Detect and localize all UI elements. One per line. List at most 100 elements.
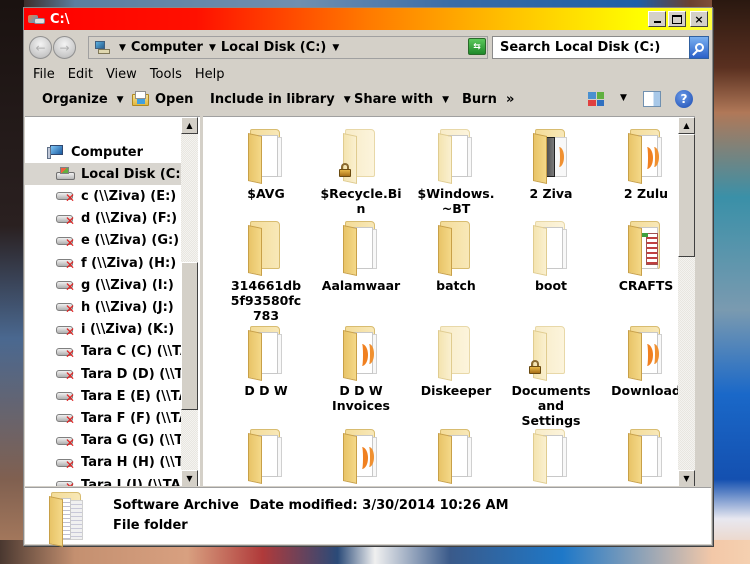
more-commands-button[interactable]: » [506,92,514,107]
folder-item[interactable]: Diskeeper [409,326,503,398]
menu-edit[interactable]: Edit [68,67,93,82]
explorer-window: C:\ × ← → ▼ Computer ▼ Local Disk (C:) ▼… [23,7,713,547]
organize-button[interactable]: Organize ▼ [42,92,124,107]
menu-view[interactable]: View [106,67,137,82]
folder-item[interactable]: batch [409,221,503,293]
tree-item-computer[interactable]: Computer [25,141,182,163]
disconnected-network-drive-icon: ✕ [56,300,76,315]
folder-icon [246,429,286,484]
disconnected-network-drive-icon: ✕ [56,367,76,382]
chevron-down-icon: ▼ [116,94,124,105]
search-button[interactable] [689,36,709,59]
preview-pane-icon [643,91,661,107]
search-input[interactable]: Search Local Disk (C:) [492,36,689,59]
scrollbar-thumb[interactable] [678,134,695,257]
tree-item-network-drive[interactable]: ✕ e (\\Ziva) (G:) [25,230,182,252]
refresh-button[interactable]: ⇆ [468,38,486,55]
help-button[interactable]: ? [675,90,693,108]
tree-item-network-drive[interactable]: ✕ Tara H (H) (\\TARA [25,452,182,474]
breadcrumb-chevron-icon[interactable]: ▼ [119,43,126,53]
scroll-up-button[interactable]: ▲ [181,117,198,134]
folder-item[interactable]: $Windows. ~BT [409,129,503,216]
lock-icon [529,360,541,374]
include-in-library-label: Include in library [210,92,335,107]
scroll-down-button[interactable]: ▼ [181,470,198,486]
local-disk-icon [56,167,76,181]
folder-item[interactable]: $AVG [219,129,313,201]
burn-button[interactable]: Burn [462,92,497,107]
tree-item-label: Tara G (G) (\\TARA [81,433,182,449]
minimize-button[interactable] [648,11,666,27]
search-icon [694,43,704,52]
tree-item-network-drive[interactable]: ✕ d (\\Ziva) (F:) [25,208,182,230]
disconnected-network-drive-icon: ✕ [56,189,76,204]
folder-item[interactable]: 314661db 5f93580fc 783 [219,221,313,323]
tree-item-network-drive[interactable]: ✕ g (\\Ziva) (I:) [25,274,182,296]
preview-pane-button[interactable] [643,91,661,107]
selected-folder-icon [47,492,87,547]
scroll-up-button[interactable]: ▲ [678,117,695,134]
menu-help[interactable]: Help [195,67,225,82]
tree-item-network-drive[interactable]: ✕ i (\\Ziva) (K:) [25,319,182,341]
tree-item-network-drive[interactable]: ✕ Tara C (C) (\\TARA [25,341,182,363]
title-bar[interactable]: C:\ × [24,8,712,30]
folder-name: Documents and Settings [511,383,591,428]
navigation-scrollbar[interactable]: ▲ ▼ [181,117,198,486]
folder-icon [339,129,381,184]
tree-item-network-drive[interactable]: ✕ f (\\Ziva) (H:) [25,252,182,274]
folder-item[interactable] [504,429,598,486]
folder-item[interactable]: D D W Invoices [314,326,408,413]
folder-item[interactable]: boot [504,221,598,293]
address-bar[interactable]: ▼ Computer ▼ Local Disk (C:) ▼ ▼ [88,36,488,59]
desktop-background-right [712,0,750,564]
breadcrumb-chevron-icon[interactable]: ▼ [209,43,216,53]
view-options-dropdown[interactable]: ▼ [620,93,627,103]
folder-item[interactable] [219,429,313,486]
tree-item-network-drive[interactable]: ✕ Tara F (F) (\\TARA [25,407,182,429]
burn-label: Burn [462,92,497,107]
folder-name: D D W Invoices [332,383,390,413]
close-button[interactable]: × [690,11,708,27]
file-list-scrollbar[interactable]: ▲ ▼ [678,117,695,486]
file-list[interactable]: $AVG $Recycle.Bi n $Windows. ~BT 2 Ziva 2 Zu… [203,116,695,486]
back-button[interactable]: ← [29,36,52,59]
details-title-row: Software Archive Date modified: 3/30/201… [113,498,509,513]
menu-file[interactable]: File [33,67,55,82]
folder-item[interactable]: Documents and Settings [504,326,598,428]
folder-item[interactable]: D D W [219,326,313,398]
include-in-library-button[interactable]: Include in library ▼ [210,92,351,107]
disconnected-network-drive-icon: ✕ [56,234,76,249]
folder-icon [626,221,666,276]
change-view-button[interactable] [588,92,604,106]
disconnected-network-drive-icon: ✕ [56,212,76,227]
tree-item-label: h (\\Ziva) (J:) [81,299,174,315]
tree-item-local-disk[interactable]: Local Disk (C:) [25,163,182,186]
tree-item-network-drive[interactable]: ✕ Tara I (I) (\\TARA [25,474,182,486]
breadcrumb-local-disk[interactable]: Local Disk (C:) [221,40,326,55]
folder-item[interactable] [409,429,503,486]
scrollbar-thumb[interactable] [181,262,198,410]
folder-item[interactable] [314,429,408,486]
navigation-pane[interactable]: Computer Local Disk (C:) ✕ c (\\Ziva) (E:) ✕… [25,116,200,486]
tree-item-network-drive[interactable]: ✕ h (\\Ziva) (J:) [25,296,182,318]
folder-item[interactable]: Aalamwaar [314,221,408,293]
folder-icon [531,429,571,484]
tree-item-network-drive[interactable]: ✕ c (\\Ziva) (E:) [25,185,182,207]
refresh-icon: ⇆ [473,41,481,52]
folder-item[interactable]: 2 Ziva [504,129,598,201]
tree-item-network-drive[interactable]: ✕ Tara E (E) (\\TARA [25,385,182,407]
forward-button[interactable]: → [53,36,76,59]
scroll-up-icon: ▲ [186,121,193,130]
share-with-button[interactable]: Share with ▼ [354,92,449,107]
breadcrumb-computer[interactable]: Computer [131,40,203,55]
scroll-down-button[interactable]: ▼ [678,470,695,486]
tree-item-network-drive[interactable]: ✕ Tara D (D) (\\TARA [25,363,182,385]
folder-icon [531,129,571,184]
tree-item-label: e (\\Ziva) (G:) [81,233,180,249]
maximize-button[interactable] [668,11,686,27]
tree-item-network-drive[interactable]: ✕ Tara G (G) (\\TARA [25,430,182,452]
breadcrumb-chevron-icon[interactable]: ▼ [332,43,339,53]
folder-item[interactable]: $Recycle.Bi n [314,129,408,216]
open-button[interactable]: Open [132,91,193,107]
menu-tools[interactable]: Tools [150,67,182,82]
